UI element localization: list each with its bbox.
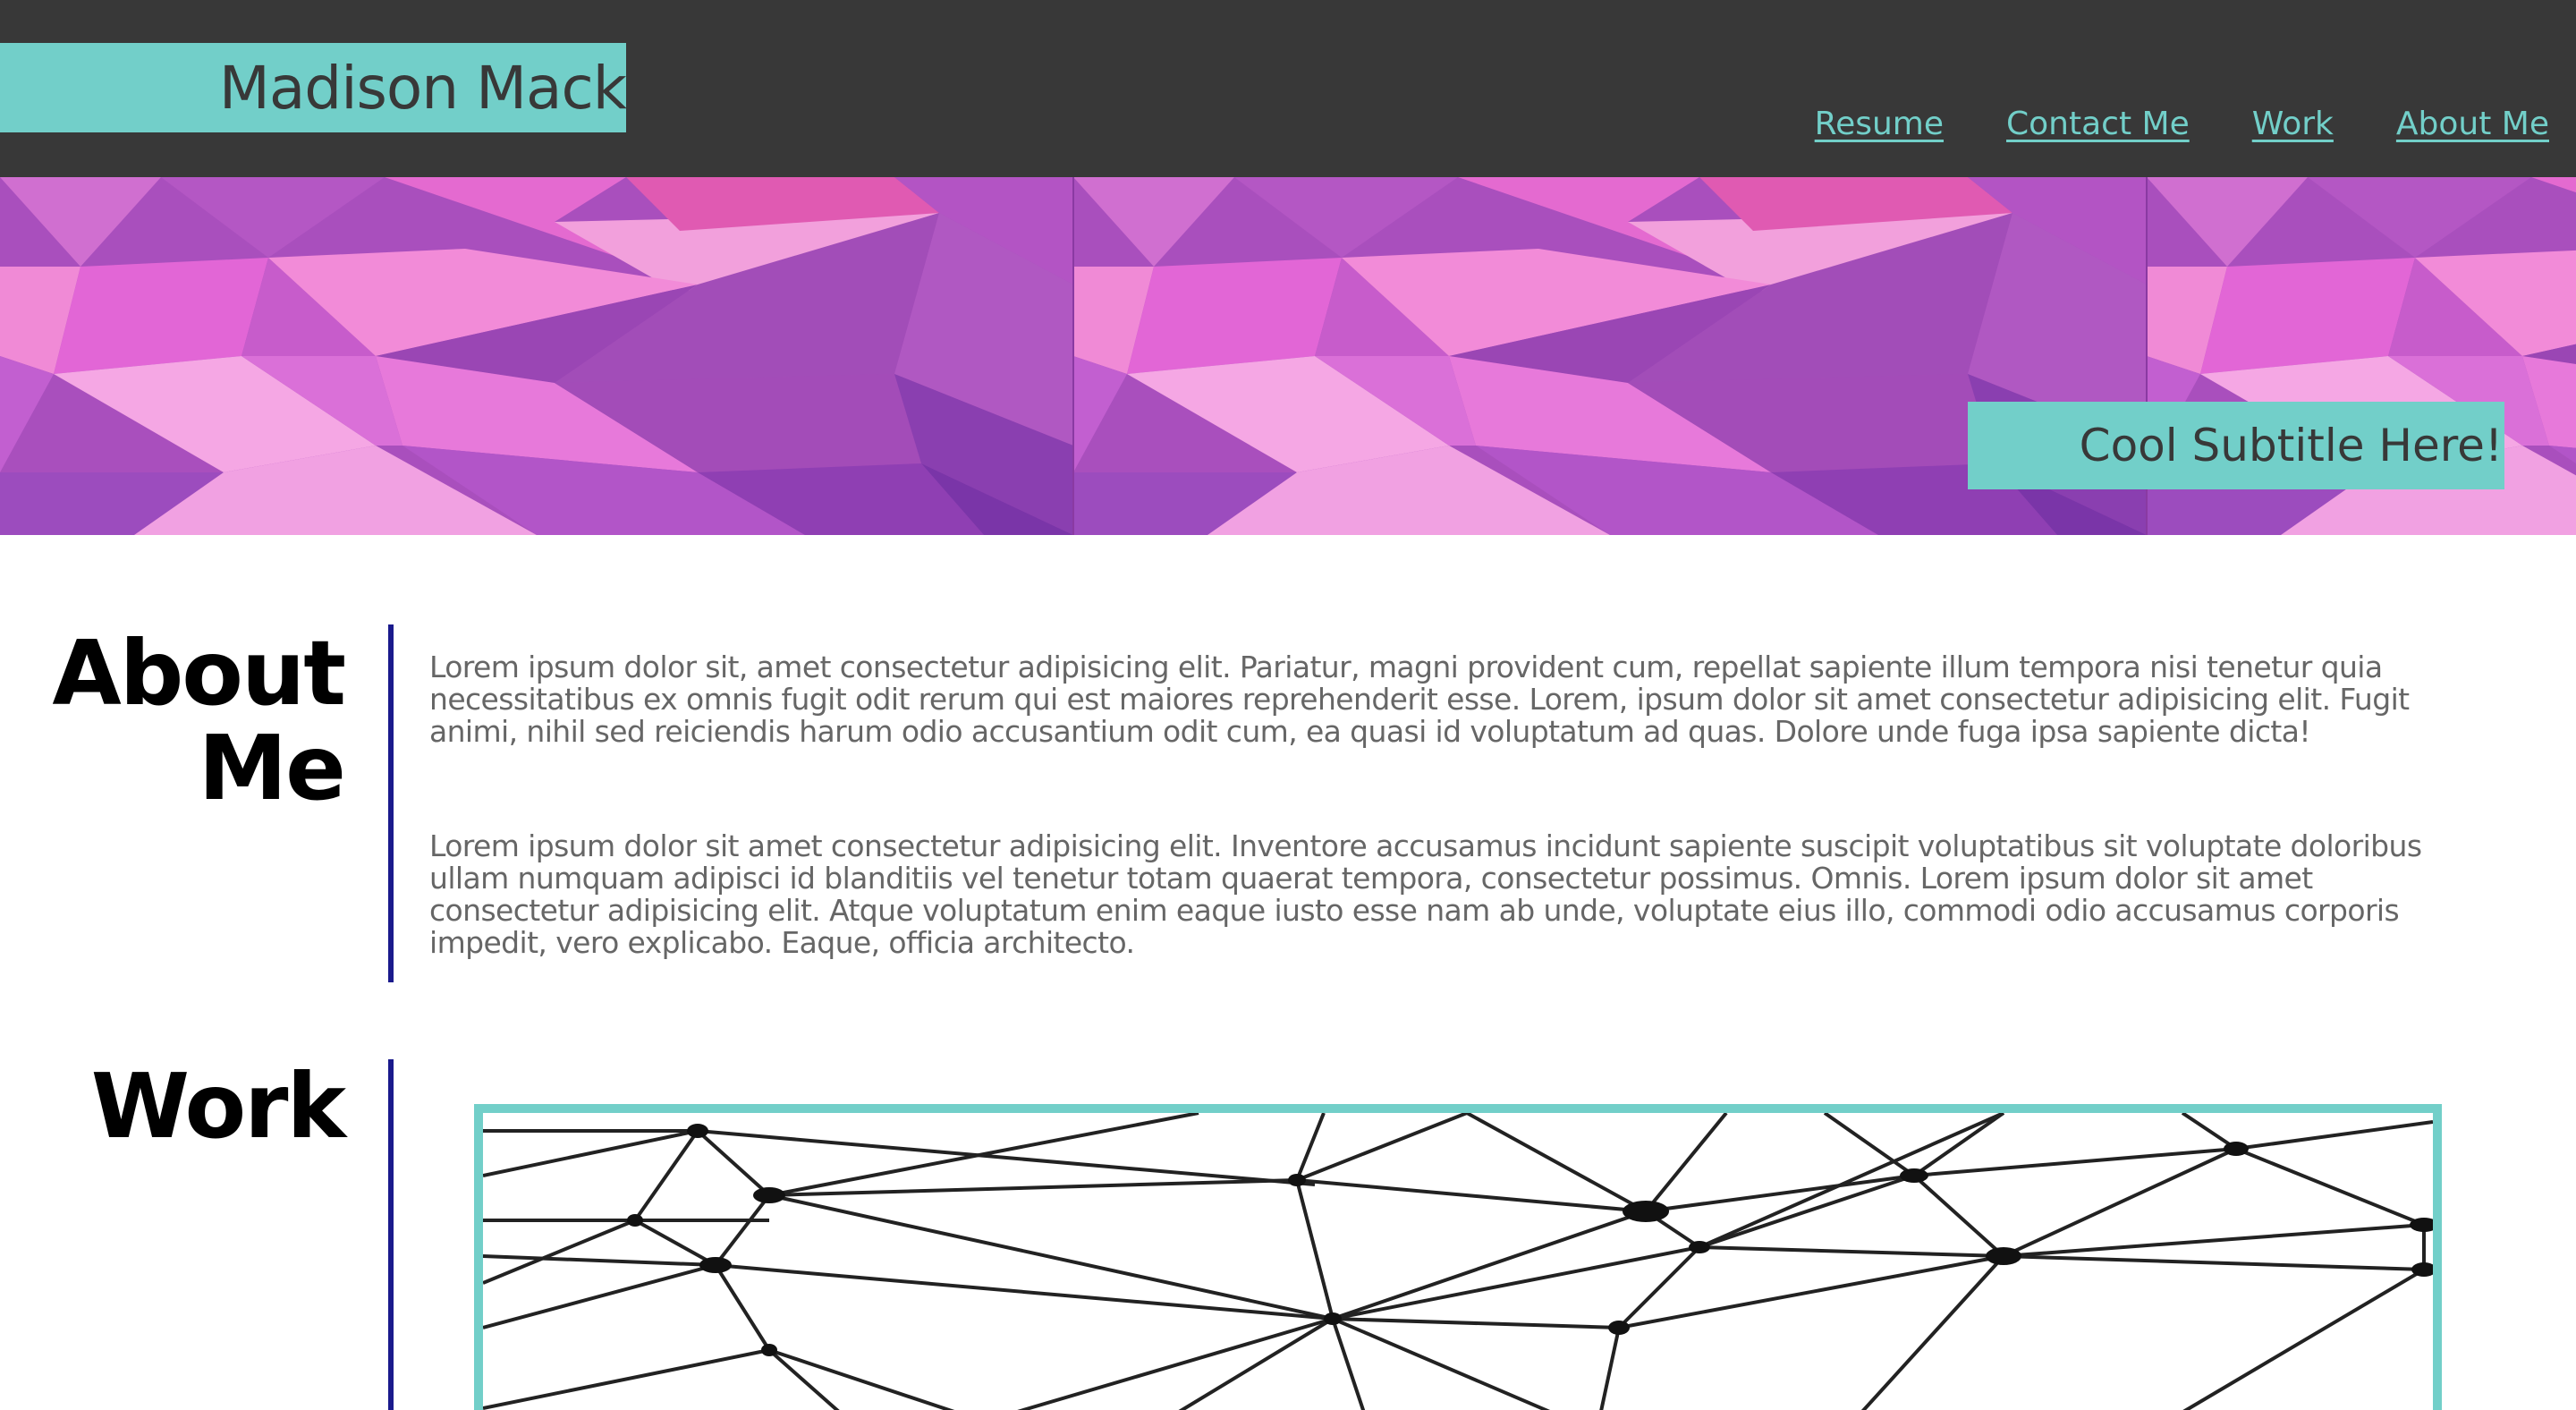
work-network-image — [483, 1113, 2433, 1410]
hero-subtitle-banner: Cool Subtitle Here! — [1968, 402, 2504, 489]
hero-subtitle: Cool Subtitle Here! — [2079, 420, 2503, 471]
about-paragraph-2: Lorem ipsum dolor sit amet consectetur a… — [429, 828, 2422, 960]
about-section-title: About Me — [52, 626, 346, 816]
brand-banner: Madison Mack — [0, 43, 627, 132]
nav-link-about-me[interactable]: About Me — [2396, 106, 2549, 142]
about-title-line-1: About — [52, 621, 346, 726]
work-divider — [388, 1059, 394, 1410]
about-divider — [388, 624, 394, 982]
nav-link-work[interactable]: Work — [2252, 106, 2334, 142]
work-section-title: Work — [90, 1054, 346, 1159]
about-title-line-2: Me — [198, 716, 346, 820]
work-image-frame[interactable] — [474, 1104, 2442, 1410]
site-title[interactable]: Madison Mack — [219, 54, 627, 123]
nav-link-resume[interactable]: Resume — [1815, 106, 1944, 142]
nav-link-contact-me[interactable]: Contact Me — [2006, 106, 2190, 142]
main-nav: Resume Contact Me Work About Me — [1815, 106, 2549, 142]
about-paragraph-1: Lorem ipsum dolor sit, amet consectetur … — [429, 650, 2410, 749]
site-header: Madison Mack Resume Contact Me Work Abou… — [0, 0, 2576, 177]
